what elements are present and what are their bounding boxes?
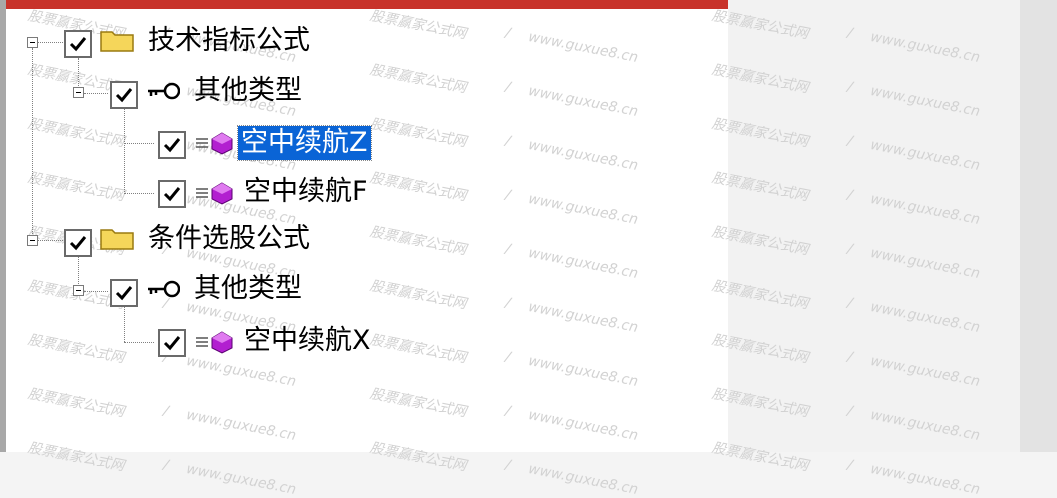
tree-line <box>124 342 154 343</box>
formula-icon <box>196 331 233 354</box>
node-checkbox[interactable] <box>158 180 186 208</box>
watermark-url: www.guxue8.cn <box>184 461 298 498</box>
tree-node-label[interactable]: 空中续航X <box>244 324 371 358</box>
formula-icon <box>196 132 233 155</box>
window-top-accent-bar <box>0 0 728 9</box>
tree-node-label[interactable]: 其他类型 <box>194 74 302 108</box>
watermark-url: www.guxue8.cn <box>526 461 640 498</box>
collapse-toggle[interactable] <box>27 37 38 48</box>
tree-line <box>38 240 63 241</box>
watermark-separator: / <box>503 457 512 474</box>
formula-icon <box>196 182 233 205</box>
watermark-url: www.guxue8.cn <box>868 461 982 498</box>
tree-node-label[interactable]: 其他类型 <box>194 272 302 306</box>
collapse-toggle[interactable] <box>27 235 38 246</box>
node-checkbox[interactable] <box>64 229 92 257</box>
folder-icon <box>100 31 134 52</box>
vertical-scrollbar[interactable] <box>1020 0 1057 452</box>
tree-line <box>32 48 33 238</box>
checkmark-icon <box>69 37 87 52</box>
tree-line <box>84 93 108 94</box>
tree-line <box>78 58 79 88</box>
checkmark-icon <box>163 138 181 153</box>
node-checkbox[interactable] <box>158 131 186 159</box>
tree-line <box>84 291 108 292</box>
tree-node-label[interactable]: 空中续航F <box>244 175 368 209</box>
tree-line <box>124 306 125 342</box>
watermark-separator: / <box>161 457 170 474</box>
checkmark-icon <box>163 187 181 202</box>
side-pane <box>728 0 1020 452</box>
collapse-toggle[interactable] <box>73 87 84 98</box>
key-icon <box>148 82 180 100</box>
tree-node-label[interactable]: 条件选股公式 <box>148 222 310 256</box>
tree-line <box>124 143 154 144</box>
tree-line <box>124 193 154 194</box>
tree-node-label[interactable]: 技术指标公式 <box>148 24 310 58</box>
checkmark-icon <box>115 88 133 103</box>
watermark-separator: / <box>845 457 854 474</box>
folder-icon <box>100 229 134 250</box>
node-checkbox[interactable] <box>64 30 92 58</box>
node-checkbox[interactable] <box>158 329 186 357</box>
tree-line <box>38 42 63 43</box>
tree-line <box>124 108 125 194</box>
checkmark-icon <box>163 336 181 351</box>
node-checkbox[interactable] <box>110 279 138 307</box>
key-icon <box>148 280 180 298</box>
tree-line <box>78 256 79 286</box>
collapse-toggle[interactable] <box>73 285 84 296</box>
checkmark-icon <box>115 286 133 301</box>
tree-node-label-selected[interactable]: 空中续航Z <box>237 125 372 161</box>
checkmark-icon <box>69 236 87 251</box>
node-checkbox[interactable] <box>110 81 138 109</box>
